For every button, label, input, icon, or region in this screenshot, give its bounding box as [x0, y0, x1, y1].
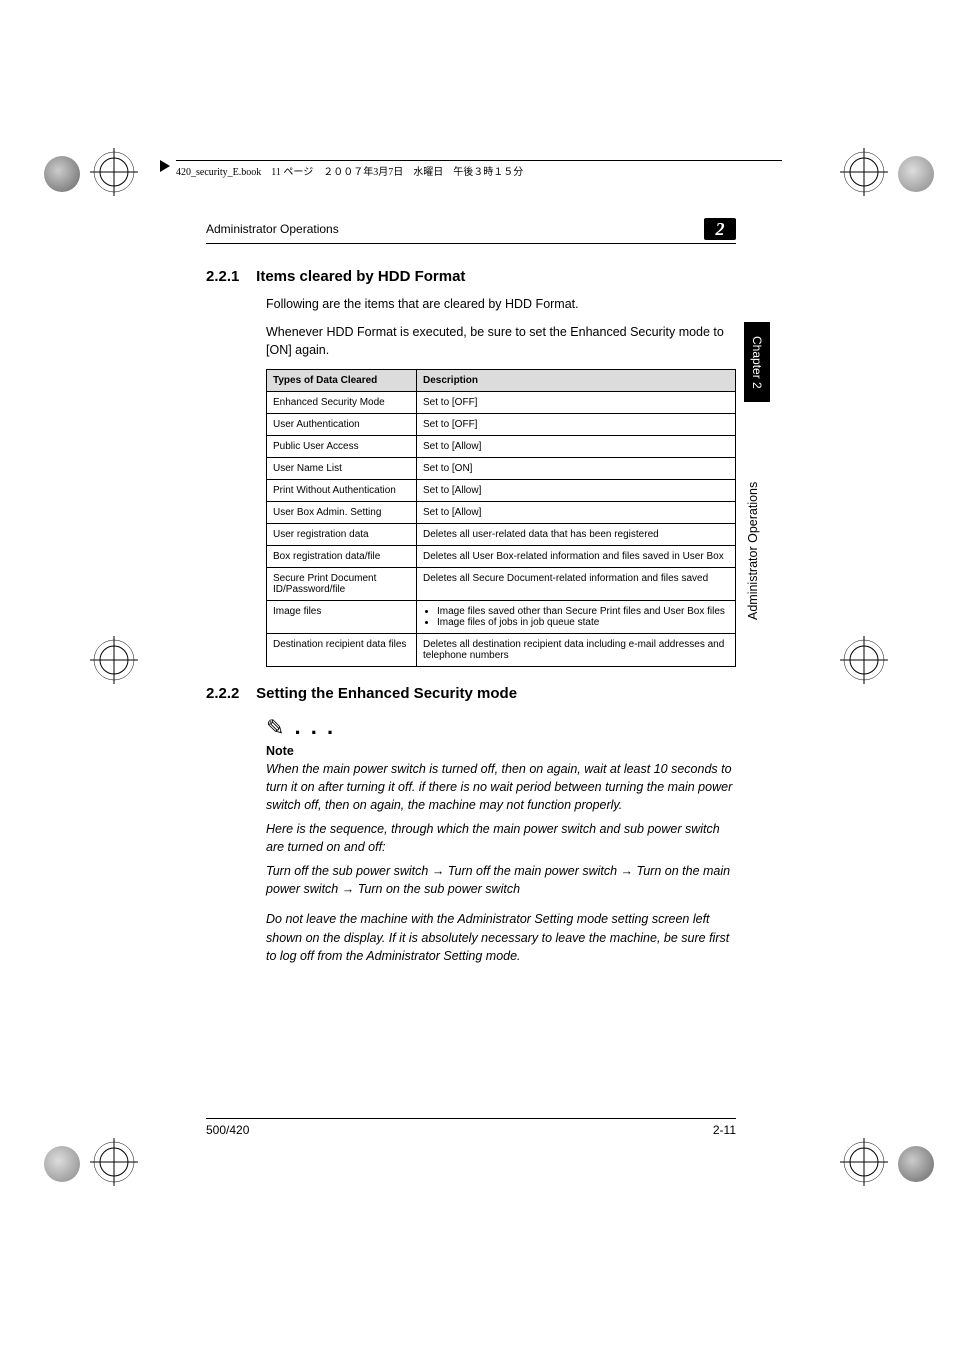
crop-mark-icon — [90, 148, 138, 196]
table-row: User AuthenticationSet to [OFF] — [267, 414, 736, 436]
table-cell: Deletes all destination recipient data i… — [417, 634, 736, 667]
table-header: Description — [417, 370, 736, 392]
note-paragraph: Here is the sequence, through which the … — [266, 820, 736, 856]
note-paragraph: Turn off the sub power switch → Turn off… — [266, 862, 736, 898]
chapter-number-badge: 2 — [704, 218, 736, 240]
footer-model: 500/420 — [206, 1123, 249, 1137]
table-cell: Enhanced Security Mode — [267, 392, 417, 414]
bookmark-triangle-icon — [160, 160, 170, 172]
print-registration-dot — [44, 156, 80, 192]
table-cell: Public User Access — [267, 436, 417, 458]
table-cell: Deletes all user-related data that has b… — [417, 524, 736, 546]
table-row: Public User AccessSet to [Allow] — [267, 436, 736, 458]
hdd-format-table: Types of Data Cleared Description Enhanc… — [266, 369, 736, 667]
table-row: User registration dataDeletes all user-r… — [267, 524, 736, 546]
crop-mark-icon — [840, 148, 888, 196]
crop-mark-icon — [840, 1138, 888, 1186]
table-cell: Deletes all User Box-related information… — [417, 546, 736, 568]
running-header-title: Administrator Operations — [206, 222, 339, 236]
print-registration-dot — [898, 156, 934, 192]
table-cell: Image files saved other than Secure Prin… — [417, 601, 736, 634]
print-registration-dot — [898, 1146, 934, 1182]
table-row: Print Without AuthenticationSet to [Allo… — [267, 480, 736, 502]
table-cell: Deletes all Secure Document-related info… — [417, 568, 736, 601]
section-heading: 2.2.1 Items cleared by HDD Format — [206, 268, 736, 285]
crop-mark-icon — [90, 1138, 138, 1186]
table-cell: Set to [Allow] — [417, 502, 736, 524]
section-title: Setting the Enhanced Security mode — [256, 685, 517, 702]
table-cell: Print Without Authentication — [267, 480, 417, 502]
section-number: 2.2.2 — [206, 685, 252, 702]
chapter-tab: Chapter 2 — [744, 322, 770, 402]
source-file-strip: 420_security_E.book 11 ページ ２００７年3月7日 水曜日… — [176, 160, 782, 178]
chapter-side-label: Administrator Operations — [746, 420, 760, 620]
list-item: Image files of jobs in job queue state — [437, 617, 729, 628]
note-icon: ✎ . . . — [266, 714, 736, 741]
body-paragraph: Following are the items that are cleared… — [266, 295, 736, 313]
table-row: Image files Image files saved other than… — [267, 601, 736, 634]
section-title: Items cleared by HDD Format — [256, 268, 465, 285]
table-cell: Secure Print Document ID/Password/file — [267, 568, 417, 601]
table-cell: Set to [Allow] — [417, 480, 736, 502]
table-cell: User Name List — [267, 458, 417, 480]
table-row: Box registration data/fileDeletes all Us… — [267, 546, 736, 568]
note-paragraph: When the main power switch is turned off… — [266, 760, 736, 814]
table-row: Enhanced Security ModeSet to [OFF] — [267, 392, 736, 414]
table-cell: User Box Admin. Setting — [267, 502, 417, 524]
table-cell: Set to [ON] — [417, 458, 736, 480]
section-number: 2.2.1 — [206, 268, 252, 285]
note-label: Note — [266, 744, 736, 758]
note-paragraph: Do not leave the machine with the Admini… — [266, 910, 736, 964]
table-header: Types of Data Cleared — [267, 370, 417, 392]
table-cell: Set to [Allow] — [417, 436, 736, 458]
section-heading: 2.2.2 Setting the Enhanced Security mode — [206, 685, 736, 702]
table-cell: Set to [OFF] — [417, 392, 736, 414]
crop-mark-icon — [840, 636, 888, 684]
table-cell: User Authentication — [267, 414, 417, 436]
table-cell: User registration data — [267, 524, 417, 546]
table-cell: Set to [OFF] — [417, 414, 736, 436]
table-row: User Box Admin. SettingSet to [Allow] — [267, 502, 736, 524]
table-row: Destination recipient data filesDeletes … — [267, 634, 736, 667]
print-registration-dot — [44, 1146, 80, 1182]
table-cell: Box registration data/file — [267, 546, 417, 568]
table-row: User Name ListSet to [ON] — [267, 458, 736, 480]
table-cell: Image files — [267, 601, 417, 634]
table-row: Secure Print Document ID/Password/fileDe… — [267, 568, 736, 601]
body-paragraph: Whenever HDD Format is executed, be sure… — [266, 323, 736, 359]
crop-mark-icon — [90, 636, 138, 684]
list-item: Image files saved other than Secure Prin… — [437, 606, 729, 617]
footer-page-number: 2-11 — [713, 1123, 736, 1137]
table-cell: Destination recipient data files — [267, 634, 417, 667]
